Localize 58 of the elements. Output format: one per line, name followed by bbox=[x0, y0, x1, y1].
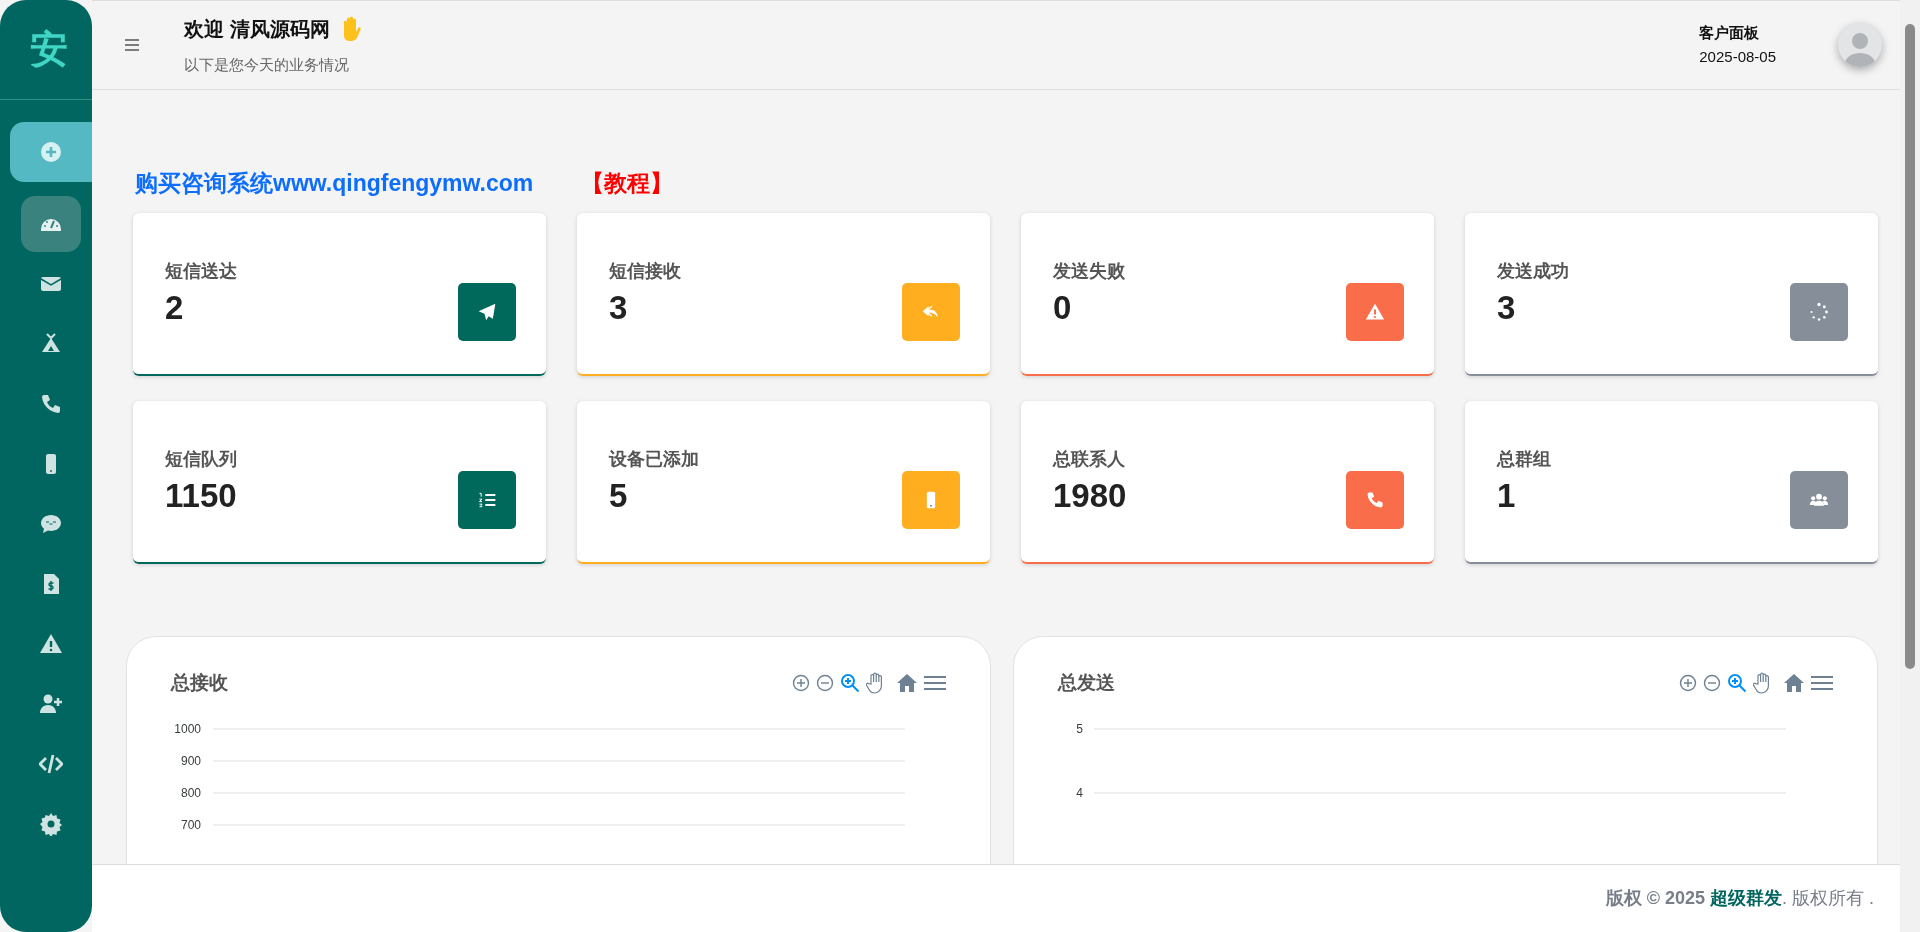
y-axis-label: 900 bbox=[180, 754, 201, 768]
menu-icon bbox=[125, 39, 139, 51]
stat-label: 短信接收 bbox=[609, 259, 681, 283]
y-axis-label: 800 bbox=[180, 786, 201, 800]
stat-label: 短信队列 bbox=[165, 447, 237, 471]
stat-label: 总群组 bbox=[1497, 447, 1551, 471]
phone-icon bbox=[1365, 490, 1385, 510]
stat-value: 3 bbox=[609, 287, 629, 328]
menu-icon[interactable] bbox=[924, 674, 946, 691]
sidebar-nav-item[interactable] bbox=[21, 196, 81, 252]
brand-link[interactable]: 超级群发 bbox=[1710, 888, 1782, 908]
stat-value: 1 bbox=[1497, 475, 1517, 516]
stat-value: 2 bbox=[165, 287, 185, 328]
spinner-icon bbox=[1809, 302, 1829, 322]
chart-title: 总接收 bbox=[171, 670, 228, 695]
stat-label: 总联系人 bbox=[1053, 447, 1126, 471]
selection-zoom-icon[interactable] bbox=[840, 672, 860, 693]
stat-value: 1980 bbox=[1053, 475, 1127, 516]
zoom-in-icon[interactable] bbox=[792, 673, 810, 692]
y-axis-label: 5 bbox=[1076, 722, 1083, 736]
chart-title: 总发送 bbox=[1058, 670, 1115, 695]
welcome-title: 欢迎 清风源码网 bbox=[184, 16, 330, 42]
copyright-text: 版权 © 2025 超级群发. 版权所有 . bbox=[1605, 887, 1874, 910]
stat-label: 发送成功 bbox=[1497, 259, 1569, 283]
add-button[interactable] bbox=[10, 122, 92, 182]
sms-bubble-icon bbox=[39, 512, 63, 536]
y-axis-label: 4 bbox=[1076, 786, 1083, 800]
zoom-out-icon[interactable] bbox=[816, 673, 834, 692]
selection-zoom-icon[interactable] bbox=[1727, 672, 1747, 693]
stat-value: 0 bbox=[1053, 287, 1073, 328]
logo-text: 安 bbox=[30, 27, 68, 72]
stat-value: 5 bbox=[609, 475, 629, 516]
menu-icon[interactable] bbox=[1811, 674, 1833, 691]
welcome-subtitle: 以下是您今天的业务情况 bbox=[184, 54, 350, 75]
home-icon[interactable] bbox=[1783, 672, 1805, 693]
promo-link[interactable]: 购买咨询系统www.qingfengymw.com bbox=[135, 166, 534, 201]
stat-label: 发送失败 bbox=[1053, 259, 1125, 283]
tutorial-link[interactable]: 【教程】 bbox=[581, 166, 674, 201]
stat-value: 1150 bbox=[165, 475, 237, 516]
phone-icon bbox=[39, 392, 63, 416]
warning-icon bbox=[1365, 302, 1385, 322]
code-icon bbox=[39, 752, 63, 776]
add-user-icon bbox=[39, 692, 63, 716]
stat-label: 设备已添加 bbox=[609, 447, 699, 471]
warning-icon bbox=[39, 632, 63, 656]
settings-icon bbox=[39, 812, 63, 836]
home-icon[interactable] bbox=[896, 672, 918, 693]
y-axis-label: 1000 bbox=[174, 722, 201, 736]
plus-icon bbox=[39, 140, 63, 164]
zoom-in-icon[interactable] bbox=[1679, 673, 1697, 692]
zoom-out-icon[interactable] bbox=[1703, 673, 1721, 692]
numbered-list-icon bbox=[477, 490, 497, 510]
paper-plane-icon bbox=[477, 302, 497, 322]
y-axis-label: 700 bbox=[180, 818, 201, 832]
panel-title: 客户面板 bbox=[1699, 22, 1761, 43]
stat-label: 短信送达 bbox=[165, 259, 237, 283]
stat-value: 3 bbox=[1497, 287, 1517, 328]
date-text: 2025-08-05 bbox=[1699, 47, 1776, 67]
